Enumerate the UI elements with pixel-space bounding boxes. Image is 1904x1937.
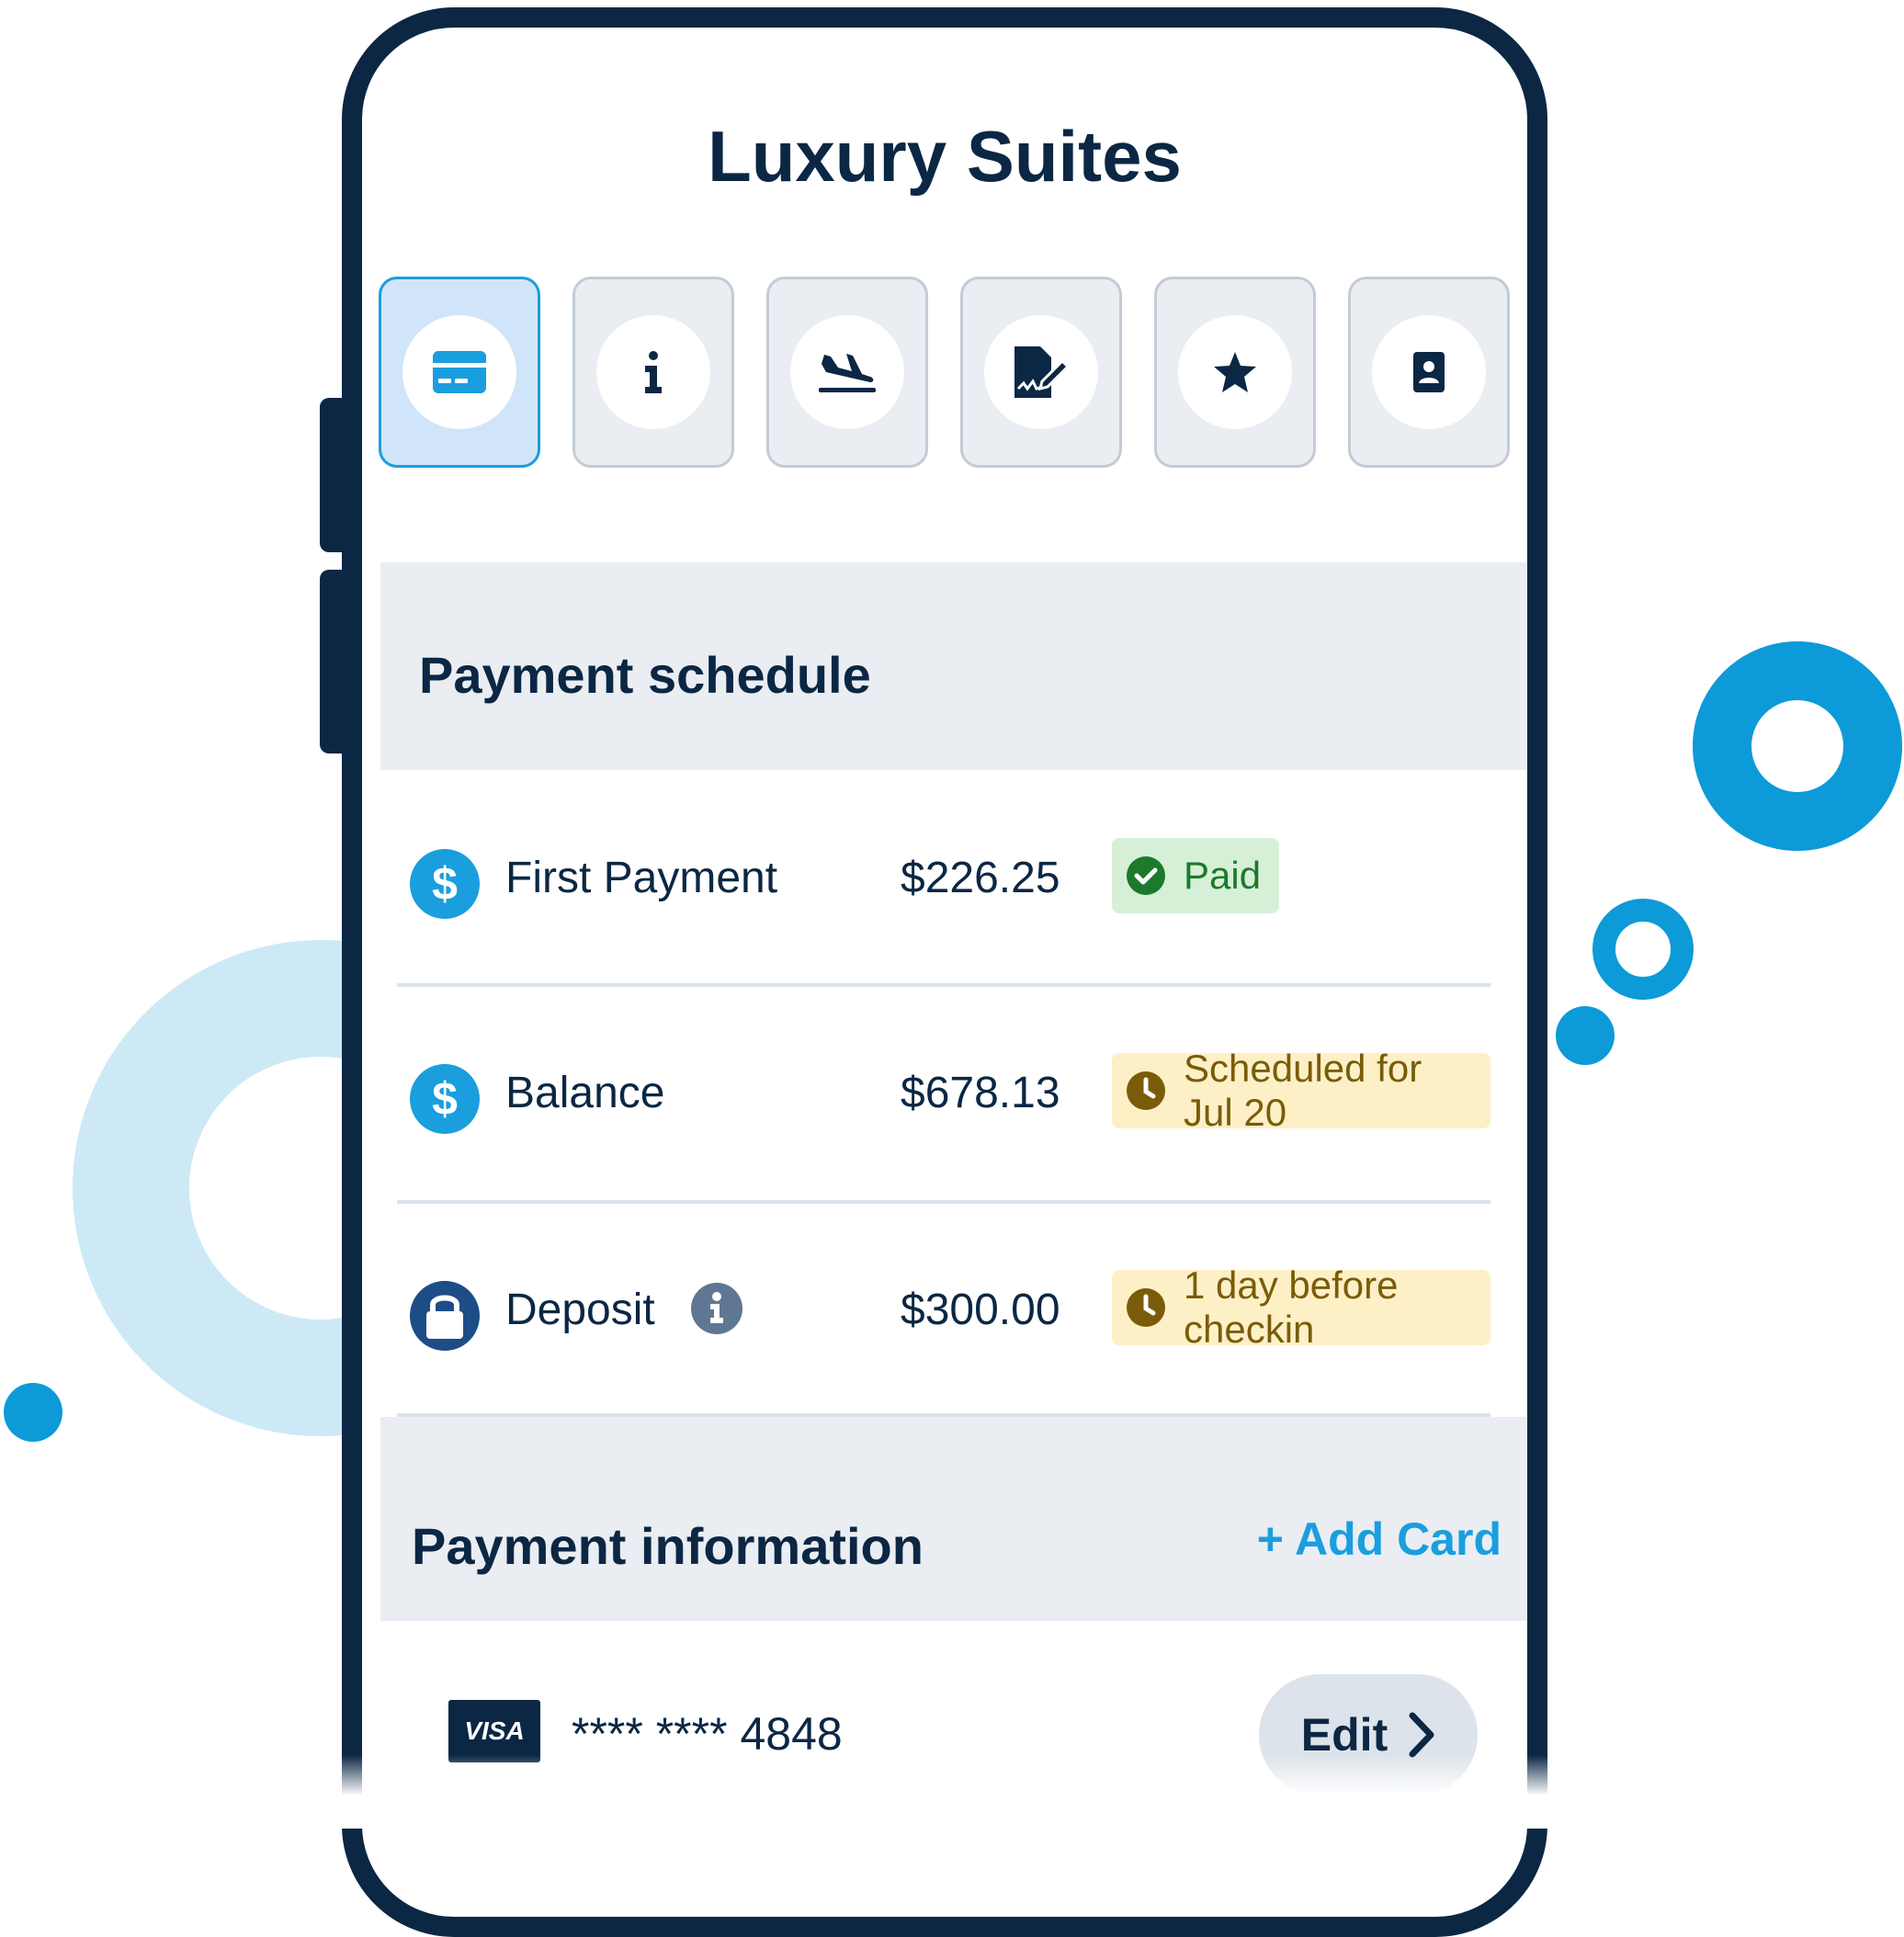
clock-icon [1127, 1071, 1165, 1110]
payment-label: Deposit [505, 1286, 655, 1334]
plane-arrival-icon [819, 354, 876, 392]
clock-icon [1127, 1288, 1165, 1327]
signed-document-icon [1014, 346, 1068, 398]
edit-label: Edit [1300, 1709, 1388, 1761]
payment-amount: $300.00 [901, 1286, 1060, 1334]
decorative-dot-left [4, 1383, 62, 1442]
tab-payment[interactable] [379, 277, 540, 468]
status-text: 1 day before checkin [1184, 1263, 1399, 1351]
tab-contacts[interactable] [1348, 277, 1510, 468]
phone-frame: Luxury Suites Payment schedule $ First P… [342, 7, 1547, 1937]
decorative-dot-right [1556, 1006, 1615, 1065]
payment-schedule-header: Payment schedule [380, 562, 1527, 770]
dollar-icon: $ [410, 1064, 480, 1134]
status-badge-deposit: 1 day before checkin [1112, 1263, 1490, 1351]
decorative-ring-small [1592, 899, 1694, 1000]
status-badge-paid: Paid [1112, 838, 1280, 913]
visa-logo: VISA [448, 1700, 540, 1762]
contact-card-icon [1413, 352, 1445, 392]
dollar-icon: $ [410, 849, 480, 919]
status-badge-scheduled: Scheduled for Jul 20 [1112, 1047, 1490, 1134]
chevron-right-icon [1409, 1712, 1434, 1758]
svg-text:$: $ [432, 1073, 458, 1125]
payment-row-first: $ First Payment $226.25 Paid [397, 770, 1490, 983]
lock-icon [410, 1281, 480, 1351]
payment-label: First Payment [505, 854, 778, 902]
info-icon [645, 351, 662, 393]
payment-information-header: Payment information + Add Card [380, 1417, 1527, 1621]
add-card-button[interactable]: + Add Card [1257, 1512, 1502, 1566]
status-text: Scheduled for Jul 20 [1184, 1047, 1422, 1134]
check-circle-icon [1127, 856, 1165, 895]
payment-label: Balance [505, 1069, 665, 1117]
payment-information-title: Payment information [412, 1517, 924, 1575]
payment-amount: $226.25 [901, 854, 1060, 902]
info-circle-icon[interactable] [691, 1283, 742, 1334]
tab-arrival[interactable] [766, 277, 928, 468]
decorative-ring-right [1693, 641, 1902, 851]
svg-text:$: $ [432, 858, 458, 910]
tab-reviews[interactable] [1154, 277, 1316, 468]
payment-row-balance: $ Balance $678.13 Scheduled for Jul 20 [397, 987, 1490, 1200]
payment-row-deposit: Deposit $300.00 1 day before checkin [397, 1204, 1490, 1417]
payment-amount: $678.13 [901, 1069, 1060, 1117]
credit-card-icon [433, 351, 486, 393]
payment-schedule-title: Payment schedule [419, 646, 871, 704]
status-text: Paid [1184, 854, 1262, 897]
tab-info[interactable] [572, 277, 734, 468]
bottom-fade-overlay [276, 1755, 1608, 1829]
star-icon [1214, 352, 1256, 392]
card-number: **** **** 4848 [572, 1708, 843, 1760]
tab-agreement[interactable] [960, 277, 1122, 468]
page-title: Luxury Suites [708, 116, 1182, 197]
